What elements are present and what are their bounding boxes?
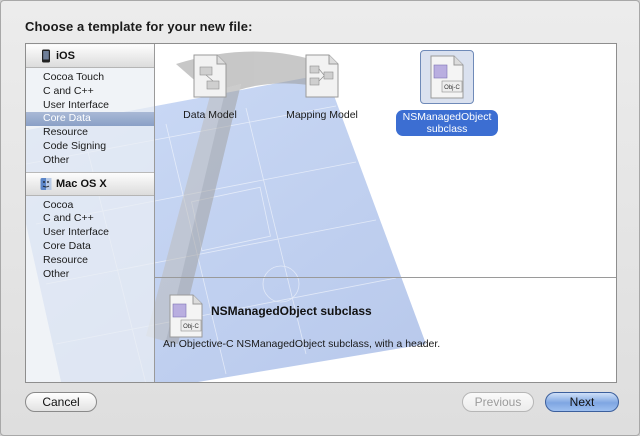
objc-badge-text: Obj-C [444, 85, 460, 91]
template-chooser-sheet: Choose a template for your new file: iOS… [0, 0, 640, 436]
template-label-line1: NSManagedObject [402, 111, 492, 123]
sheet-heading: Choose a template for your new file: [25, 19, 253, 34]
sidebar-item-ios-c-and-cpp[interactable]: C and C++ [26, 85, 154, 99]
template-detail: Obj-C NSManagedObject subclass An Object… [155, 278, 616, 382]
sidebar-item-ios-user-interface[interactable]: User Interface [26, 99, 154, 113]
template-mapping-model[interactable]: Mapping Model [267, 50, 377, 123]
detail-title: NSManagedObject subclass [211, 304, 372, 318]
objc-class-document-icon: Obj-C [430, 55, 464, 99]
cancel-button[interactable]: Cancel [25, 392, 97, 412]
template-nsmanagedobject-subclass[interactable]: Obj-C NSManagedObject subclass [377, 50, 517, 137]
finder-icon [40, 177, 52, 190]
template-data-model[interactable]: Data Model [155, 50, 265, 123]
template-label: Data Model [183, 109, 237, 121]
sidebar-item-mac-core-data[interactable]: Core Data [26, 240, 154, 254]
sidebar-item-mac-cocoa[interactable]: Cocoa [26, 199, 154, 213]
sidebar-group-mac-os-x[interactable]: Mac OS X [26, 171, 154, 196]
template-panel: iOS Cocoa Touch C and C++ User Interface… [25, 43, 617, 383]
sidebar-item-mac-other[interactable]: Other [26, 268, 154, 282]
sidebar-item-mac-c-and-cpp[interactable]: C and C++ [26, 212, 154, 226]
template-label: NSManagedObject subclass [395, 110, 499, 136]
template-label-line2: subclass [426, 123, 468, 135]
detail-description: An Objective-C NSManagedObject subclass,… [163, 338, 441, 350]
template-grid: Data Model Mapping Model Obj-C NSManaged… [155, 44, 616, 278]
sidebar-group-ios[interactable]: iOS [26, 44, 154, 68]
sidebar-item-ios-other[interactable]: Other [26, 154, 154, 168]
sidebar-item-mac-user-interface[interactable]: User Interface [26, 226, 154, 240]
mapping-model-document-icon [305, 54, 339, 98]
next-button[interactable]: Next [545, 392, 619, 412]
template-label: Mapping Model [286, 109, 358, 121]
sidebar-item-ios-core-data[interactable]: Core Data [26, 112, 154, 127]
sidebar-item-ios-code-signing[interactable]: Code Signing [26, 140, 154, 154]
sidebar-item-mac-resource[interactable]: Resource [26, 254, 154, 268]
sidebar-group-label: iOS [56, 50, 75, 62]
objc-badge-text: Obj-C [183, 324, 199, 330]
previous-button[interactable]: Previous [462, 392, 534, 412]
sidebar-item-ios-cocoa-touch[interactable]: Cocoa Touch [26, 71, 154, 85]
data-model-document-icon [193, 54, 227, 98]
objc-class-document-icon: Obj-C [169, 294, 203, 338]
platform-sidebar: iOS Cocoa Touch C and C++ User Interface… [26, 44, 155, 382]
sidebar-item-ios-resource[interactable]: Resource [26, 126, 154, 140]
device-icon [42, 49, 50, 63]
sidebar-group-label: Mac OS X [56, 177, 107, 190]
